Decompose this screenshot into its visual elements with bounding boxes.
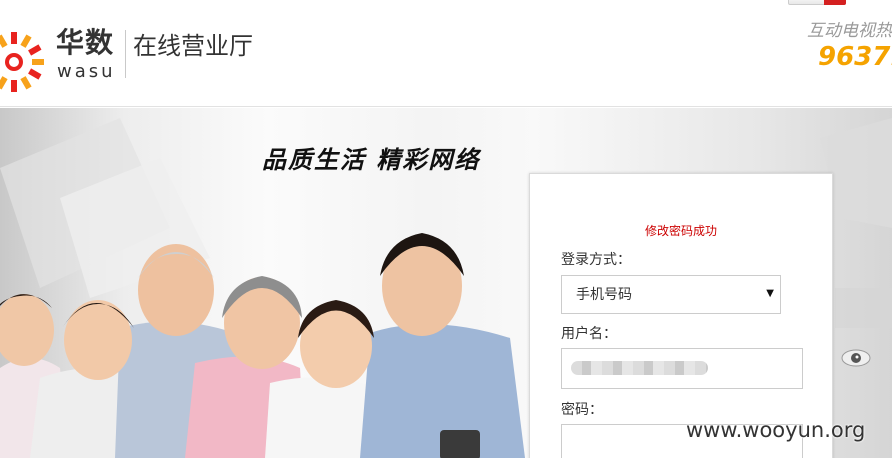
banner-slogan: 品质生活 精彩网络: [262, 145, 481, 174]
login-method-value: 手机号码: [576, 287, 632, 303]
hotline-number: 96371: [818, 42, 892, 72]
login-method-label: 登录方式：: [561, 252, 631, 268]
login-method-select[interactable]: 手机号码 ▼: [561, 275, 781, 314]
eye-icon: [841, 349, 871, 367]
wasu-logo-icon[interactable]: [0, 18, 48, 98]
watermark: www.wooyun.org: [686, 418, 866, 442]
site-header: 华数 wasu 在线营业厅 互动电视热 96371: [0, 0, 892, 107]
hotline-label: 互动电视热: [807, 21, 892, 41]
username-label: 用户名：: [561, 326, 617, 342]
password-label: 密码：: [561, 402, 603, 418]
username-redaction: [571, 361, 708, 375]
top-toolbar-button-accent: [824, 0, 846, 5]
success-message: 修改密码成功: [645, 224, 718, 238]
chevron-down-icon: ▼: [766, 288, 774, 299]
brand-divider: [125, 30, 126, 78]
top-toolbar-button[interactable]: [788, 0, 846, 5]
site-name: 在线营业厅: [133, 32, 253, 60]
brand-name-cn[interactable]: 华数: [56, 26, 114, 60]
brand-name-en[interactable]: wasu: [57, 62, 116, 82]
login-panel: 修改密码成功 登录方式： 手机号码 ▼ 用户名： 密码：: [529, 173, 833, 458]
